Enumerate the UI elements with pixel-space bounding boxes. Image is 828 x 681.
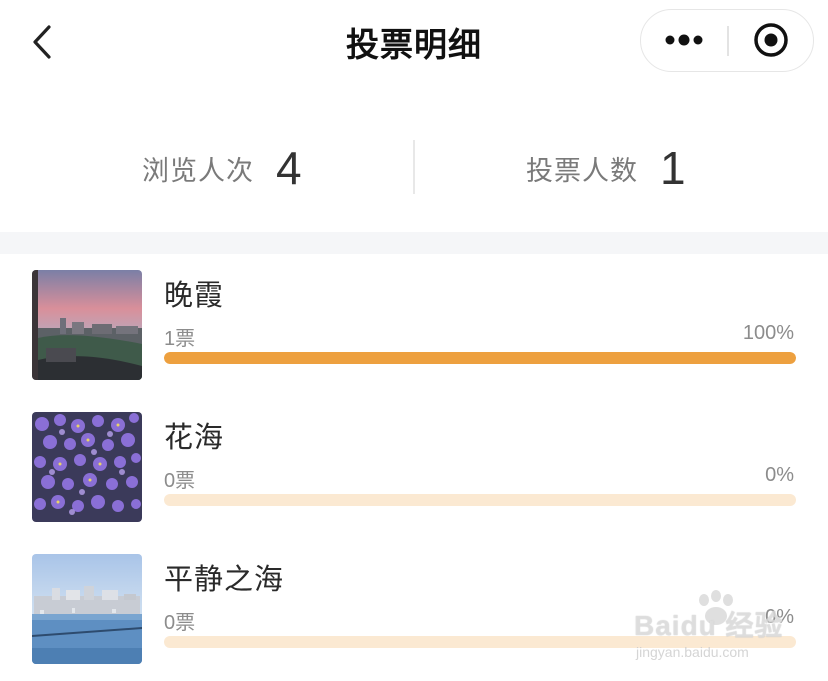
progress-fill bbox=[164, 352, 796, 364]
voters-stat: 投票人数 1 bbox=[526, 128, 686, 208]
option-name: 晚霞 bbox=[164, 278, 225, 312]
option-name: 平静之海 bbox=[164, 562, 285, 596]
vote-option-item[interactable]: 花海 0票 0% bbox=[0, 412, 828, 532]
calm-sea-photo bbox=[32, 554, 142, 664]
views-stat: 浏览人次 4 bbox=[142, 128, 302, 208]
sunset-photo bbox=[32, 270, 142, 380]
views-value: 4 bbox=[276, 142, 302, 194]
option-name: 花海 bbox=[164, 420, 225, 454]
vote-percent: 0% bbox=[765, 464, 794, 486]
menu-capsule bbox=[640, 9, 814, 72]
progress-track bbox=[164, 352, 796, 364]
voters-label: 投票人数 bbox=[526, 155, 638, 187]
target-circle-icon bbox=[754, 23, 788, 57]
flower-field-photo bbox=[32, 412, 142, 522]
baidu-watermark: Baidu 经验 jingyan.baidu.com bbox=[626, 590, 806, 670]
watermark-url: jingyan.baidu.com bbox=[636, 644, 749, 660]
vote-count: 0票 bbox=[164, 612, 196, 634]
more-button[interactable] bbox=[641, 10, 727, 70]
voters-value: 1 bbox=[660, 142, 686, 194]
watermark-text: Baidu 经验 bbox=[634, 610, 784, 641]
stats-panel: 浏览人次 4 投票人数 1 bbox=[0, 128, 828, 208]
vote-count: 0票 bbox=[164, 470, 196, 492]
progress-track bbox=[164, 494, 796, 506]
stats-divider bbox=[413, 140, 415, 194]
vote-percent: 100% bbox=[742, 322, 794, 344]
navigation-bar: 投票明细 bbox=[0, 0, 828, 84]
ellipsis-icon bbox=[665, 34, 703, 46]
close-button[interactable] bbox=[729, 10, 813, 70]
vote-count: 1票 bbox=[164, 328, 196, 350]
section-divider bbox=[0, 232, 828, 254]
vote-option-item[interactable]: 晚霞 1票 100% bbox=[0, 270, 828, 390]
views-label: 浏览人次 bbox=[142, 155, 254, 187]
